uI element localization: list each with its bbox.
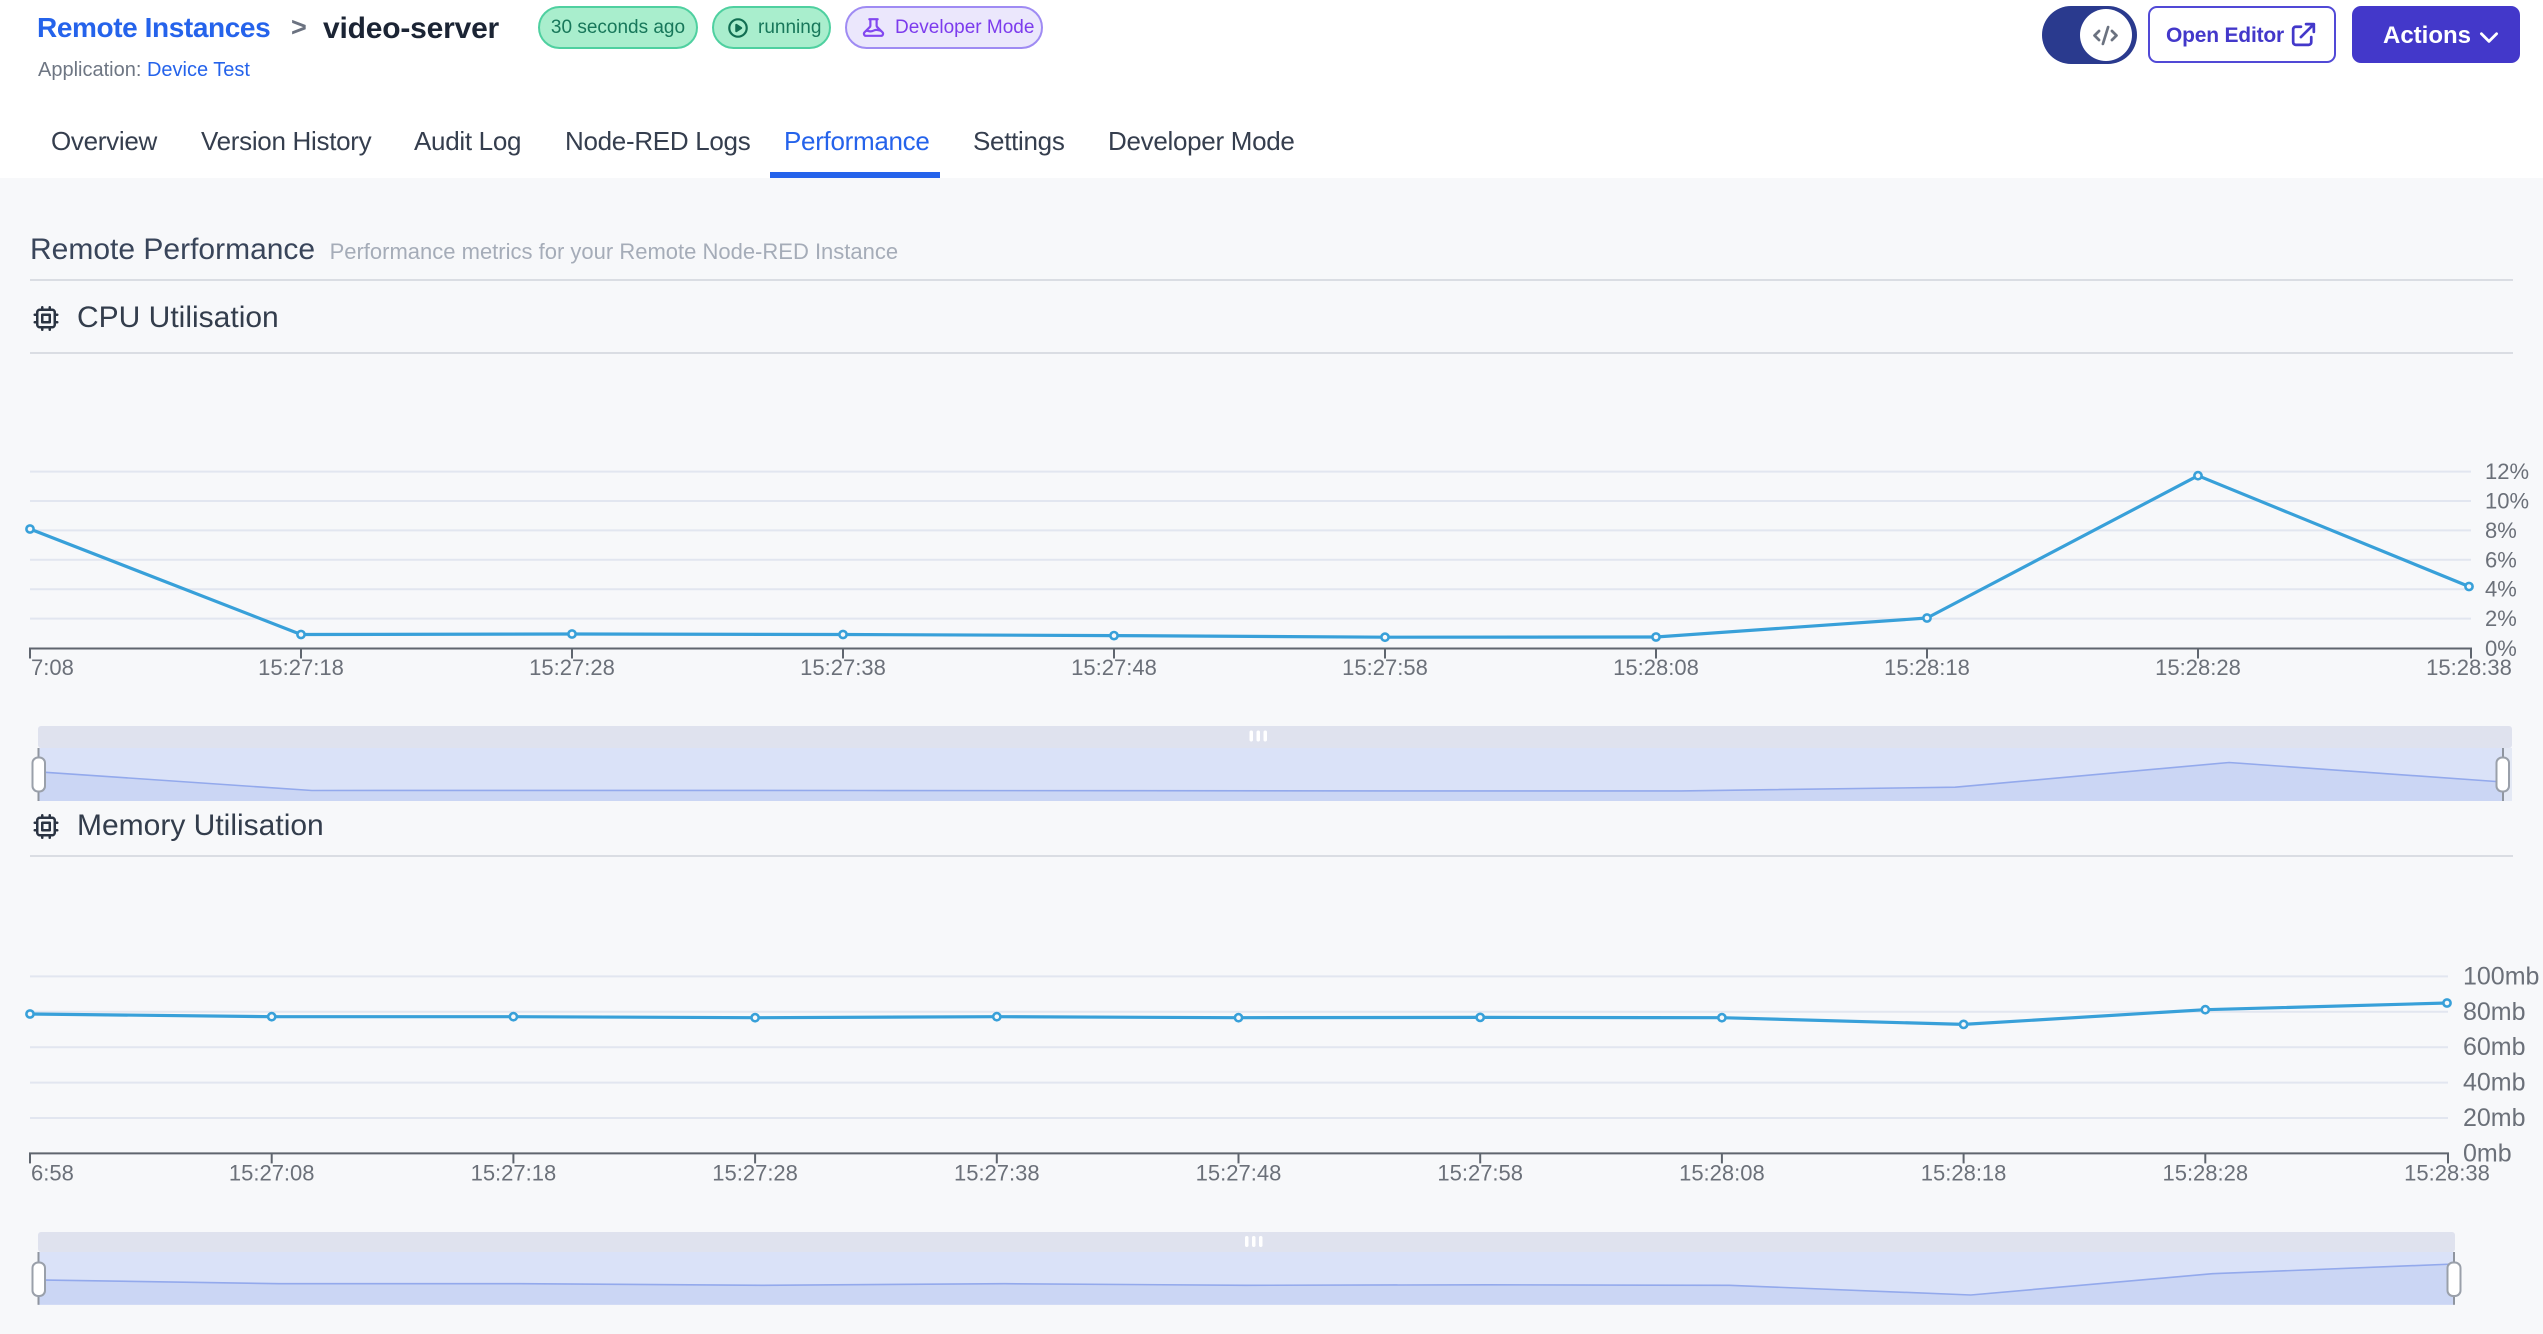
svg-text:60mb: 60mb (2463, 1033, 2526, 1061)
svg-text:15:28:18: 15:28:18 (1921, 1161, 2007, 1186)
svg-text:7:08: 7:08 (31, 655, 74, 680)
svg-text:15:27:18: 15:27:18 (471, 1161, 557, 1186)
svg-text:15:27:58: 15:27:58 (1342, 655, 1428, 680)
svg-text:4%: 4% (2485, 577, 2517, 602)
svg-text:15:27:38: 15:27:38 (954, 1161, 1040, 1186)
svg-text:0mb: 0mb (2463, 1139, 2512, 1167)
svg-text:15:28:08: 15:28:08 (1679, 1161, 1765, 1186)
svg-text:8%: 8% (2485, 518, 2517, 543)
svg-text:15:27:48: 15:27:48 (1071, 655, 1157, 680)
svg-text:6%: 6% (2485, 547, 2517, 572)
svg-text:100mb: 100mb (2463, 962, 2539, 990)
svg-text:15:27:38: 15:27:38 (800, 655, 886, 680)
svg-text:20mb: 20mb (2463, 1104, 2526, 1132)
svg-text:15:27:58: 15:27:58 (1437, 1161, 1523, 1186)
svg-text:15:27:28: 15:27:28 (529, 655, 615, 680)
svg-text:15:27:28: 15:27:28 (712, 1161, 798, 1186)
svg-text:15:28:28: 15:28:28 (2162, 1161, 2248, 1186)
svg-text:2%: 2% (2485, 606, 2517, 631)
svg-text:15:27:48: 15:27:48 (1196, 1161, 1282, 1186)
svg-text:15:27:18: 15:27:18 (258, 655, 344, 680)
svg-text:40mb: 40mb (2463, 1069, 2526, 1097)
svg-text:15:28:28: 15:28:28 (2155, 655, 2241, 680)
svg-text:0%: 0% (2485, 636, 2517, 661)
svg-text:10%: 10% (2485, 489, 2529, 514)
svg-text:15:28:18: 15:28:18 (1884, 655, 1970, 680)
svg-text:15:27:08: 15:27:08 (229, 1161, 315, 1186)
svg-text:6:58: 6:58 (31, 1161, 74, 1186)
svg-text:80mb: 80mb (2463, 998, 2526, 1026)
svg-text:12%: 12% (2485, 459, 2529, 484)
svg-text:15:28:08: 15:28:08 (1613, 655, 1699, 680)
